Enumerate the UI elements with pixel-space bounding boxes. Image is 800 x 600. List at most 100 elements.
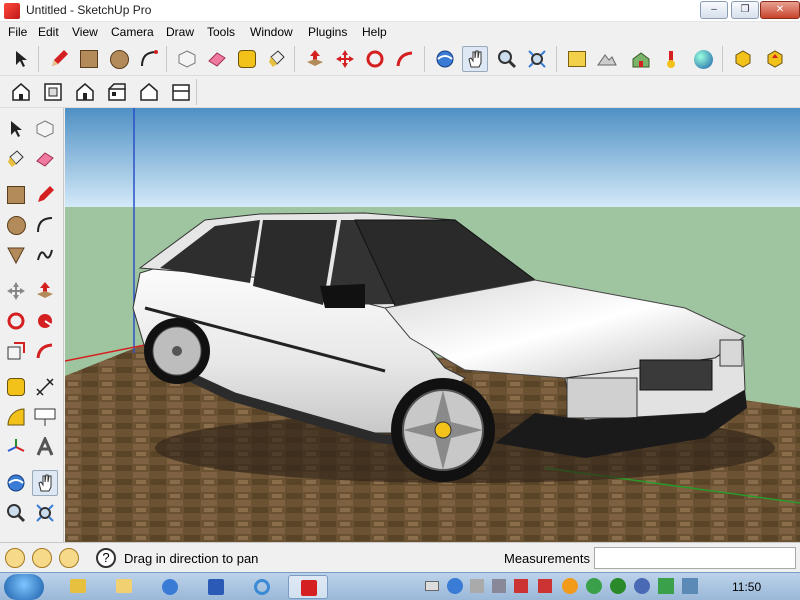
front-view-icon[interactable] <box>72 79 98 105</box>
scene-canvas[interactable] <box>65 108 800 542</box>
tray-icon-1[interactable] <box>470 579 484 593</box>
taskbar-clock[interactable]: 11:50 <box>732 580 761 594</box>
sketchup-logo-icon <box>4 3 20 19</box>
status-bar: ? Drag in direction to pan Measurements <box>0 542 800 572</box>
menu-camera[interactable]: Camera <box>111 25 154 39</box>
menu-help[interactable]: Help <box>362 25 387 39</box>
rectangle-icon[interactable] <box>3 182 29 208</box>
share-component-icon[interactable] <box>762 46 788 72</box>
taskbar-word-app[interactable] <box>196 575 236 599</box>
menu-window[interactable]: Window <box>250 25 293 39</box>
add-location-icon[interactable] <box>564 46 590 72</box>
push-pull-icon[interactable] <box>32 278 58 304</box>
maximize-button[interactable]: ❐ <box>731 1 759 19</box>
menu-tools[interactable]: Tools <box>207 25 235 39</box>
pencil-icon[interactable] <box>32 182 58 208</box>
menu-file[interactable]: File <box>8 25 27 39</box>
select-icon[interactable] <box>8 46 34 72</box>
tray-icon-6[interactable] <box>634 578 650 594</box>
arc-icon[interactable] <box>136 46 162 72</box>
eraser-icon[interactable] <box>204 46 230 72</box>
credits-icon[interactable] <box>32 548 52 568</box>
move-icon[interactable] <box>3 278 29 304</box>
copyright-icon[interactable] <box>59 548 79 568</box>
menu-plugins[interactable]: Plugins <box>308 25 347 39</box>
tray-icon-5[interactable] <box>610 578 626 594</box>
rectangle-icon[interactable] <box>76 46 102 72</box>
taskbar-explorer-app[interactable] <box>58 575 98 599</box>
offset-icon[interactable] <box>32 338 58 364</box>
zoom-window-icon[interactable] <box>32 500 58 526</box>
get-models-icon[interactable] <box>628 46 654 72</box>
menu-draw[interactable]: Draw <box>166 25 194 39</box>
pan-icon[interactable] <box>462 46 488 72</box>
zoom-icon[interactable] <box>494 46 520 72</box>
taskbar-media-app[interactable] <box>150 575 190 599</box>
top-view-icon[interactable] <box>40 79 66 105</box>
tape-measure-icon[interactable] <box>234 46 260 72</box>
orbit-icon[interactable] <box>3 470 29 496</box>
google-earth-icon[interactable] <box>690 46 716 72</box>
select-icon[interactable] <box>3 116 29 142</box>
tray-icon-2[interactable] <box>514 579 528 593</box>
tray-icon-3[interactable] <box>562 578 578 594</box>
share-model-icon[interactable] <box>658 46 684 72</box>
orbit-icon[interactable] <box>432 46 458 72</box>
pan-icon[interactable] <box>32 470 58 496</box>
move-icon[interactable] <box>332 46 358 72</box>
text-icon[interactable] <box>32 404 58 430</box>
taskbar-sketchup-app[interactable] <box>288 575 328 599</box>
freehand-icon[interactable] <box>32 242 58 268</box>
axes-icon[interactable] <box>3 434 29 460</box>
menu-view[interactable]: View <box>72 25 98 39</box>
iso-view-icon[interactable] <box>8 79 34 105</box>
pencil-icon[interactable] <box>46 46 72 72</box>
push-pull-icon[interactable] <box>302 46 328 72</box>
make-component-icon[interactable] <box>32 116 58 142</box>
window-title: Untitled - SketchUp Pro <box>26 3 152 17</box>
make-component-icon[interactable] <box>174 46 200 72</box>
circle-icon[interactable] <box>3 212 29 238</box>
zoom-extents-icon[interactable] <box>524 46 550 72</box>
measurements-field[interactable] <box>594 547 796 569</box>
rotate-icon[interactable] <box>3 308 29 334</box>
help-tray-icon[interactable] <box>447 578 463 594</box>
scale-icon[interactable] <box>3 338 29 364</box>
tray-icon-8[interactable] <box>682 578 698 594</box>
volume-icon[interactable] <box>538 579 552 593</box>
dimension-icon[interactable] <box>32 374 58 400</box>
close-button[interactable]: ✕ <box>760 1 800 19</box>
protractor-icon[interactable] <box>3 404 29 430</box>
right-view-icon[interactable] <box>104 79 130 105</box>
left-view-icon[interactable] <box>168 79 194 105</box>
follow-me-icon[interactable] <box>32 308 58 334</box>
paint-bucket-icon[interactable] <box>264 46 290 72</box>
tray-icon-4[interactable] <box>586 578 602 594</box>
network-icon[interactable] <box>492 579 506 593</box>
tape-measure-icon[interactable] <box>3 374 29 400</box>
geo-location-icon[interactable] <box>5 548 25 568</box>
arc-icon[interactable] <box>32 212 58 238</box>
taskbar-folder-app[interactable] <box>104 575 144 599</box>
follow-me-icon[interactable] <box>392 46 418 72</box>
headlight <box>566 377 638 419</box>
paint-bucket-icon[interactable] <box>3 146 29 172</box>
drawing-viewport[interactable] <box>65 108 800 542</box>
tray-icon-7[interactable] <box>658 578 674 594</box>
instructor-help-icon[interactable]: ? <box>96 548 116 568</box>
toggle-terrain-icon[interactable] <box>594 46 620 72</box>
keyboard-icon[interactable] <box>425 581 439 591</box>
get-components-icon[interactable] <box>730 46 756 72</box>
rotate-icon[interactable] <box>362 46 388 72</box>
start-button[interactable] <box>4 574 44 600</box>
3d-text-icon[interactable] <box>32 434 58 460</box>
zoom-icon[interactable] <box>3 500 29 526</box>
menu-edit[interactable]: Edit <box>38 25 59 39</box>
eraser-icon[interactable] <box>32 146 58 172</box>
circle-icon[interactable] <box>106 46 132 72</box>
title-bar: Untitled - SketchUp Pro – ❐ ✕ <box>0 0 800 22</box>
polygon-icon[interactable] <box>3 242 29 268</box>
taskbar-ie-app[interactable] <box>242 575 282 599</box>
back-view-icon[interactable] <box>136 79 162 105</box>
minimize-button[interactable]: – <box>700 1 728 19</box>
